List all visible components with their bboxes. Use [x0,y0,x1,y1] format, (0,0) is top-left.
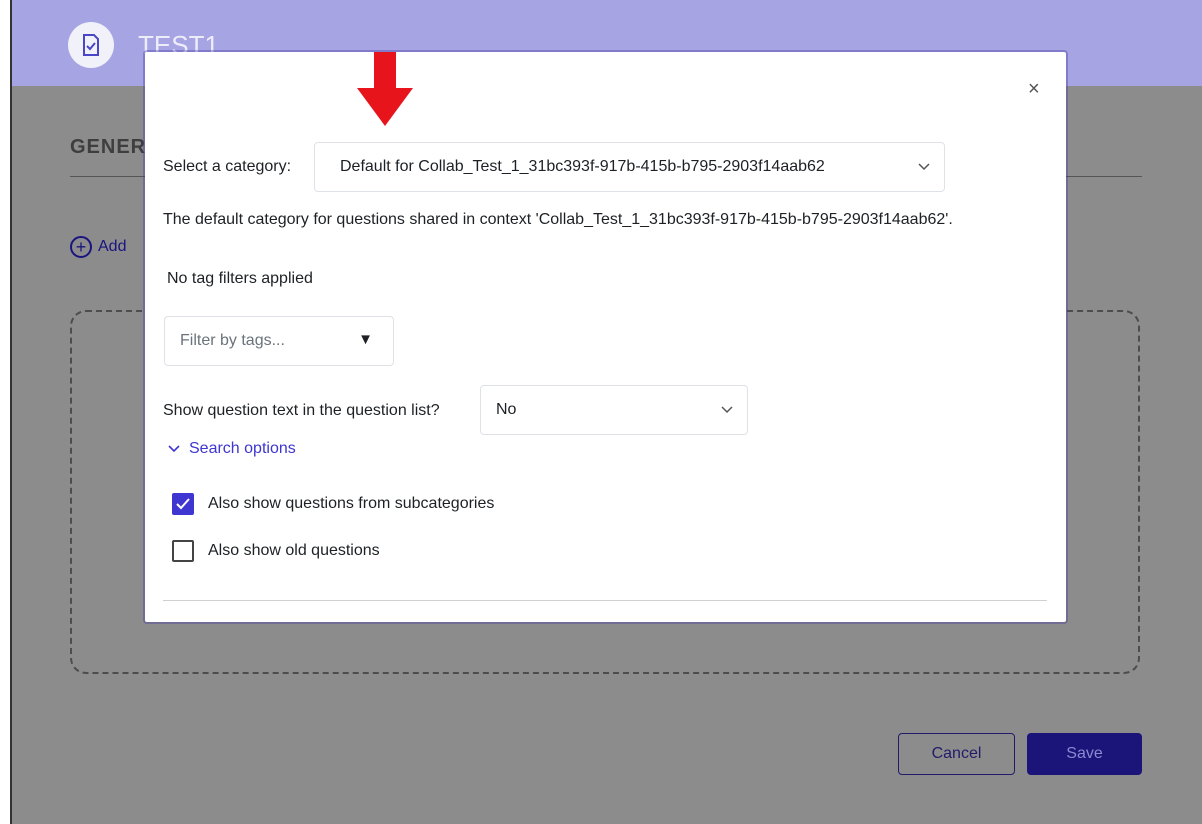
chevron-down-icon [721,406,733,414]
old-questions-label: Also show old questions [208,542,380,559]
annotation-arrow-icon [357,52,413,126]
cancel-button[interactable]: Cancel [898,733,1015,775]
search-options-toggle[interactable]: Search options [167,440,296,458]
tag-filter-status: No tag filters applied [167,270,313,287]
question-text-selected-value: No [496,401,517,418]
close-icon[interactable]: × [1028,78,1040,101]
category-label: Select a category: [163,158,292,175]
tag-filter-placeholder: Filter by tags... [180,332,285,349]
checkmark-icon [176,498,190,510]
add-circle-icon: + [70,236,92,258]
chevron-down-icon [918,163,930,171]
add-label: Add [98,238,127,255]
subcategories-option[interactable]: Also show questions from subcategories [172,493,494,515]
add-link[interactable]: + Add [70,236,126,258]
question-text-select[interactable]: No [480,385,748,435]
old-questions-checkbox[interactable] [172,540,194,562]
triangle-down-icon: ▼ [358,331,373,348]
category-description: The default category for questions share… [163,211,953,228]
subcategories-label: Also show questions from subcategories [208,495,495,512]
subcategories-checkbox[interactable] [172,493,194,515]
old-questions-option[interactable]: Also show old questions [172,540,380,562]
search-options-label: Search options [189,440,296,457]
save-button[interactable]: Save [1027,733,1142,775]
category-selected-value: Default for Collab_Test_1_31bc393f-917b-… [340,158,825,175]
chevron-down-icon [168,445,180,453]
tag-filter-input[interactable]: Filter by tags... ▼ [164,316,394,366]
quiz-icon [68,22,114,68]
question-bank-modal: × Select a category: Default for Collab_… [145,52,1066,622]
category-select[interactable]: Default for Collab_Test_1_31bc393f-917b-… [314,142,945,192]
modal-footer-divider [163,600,1047,601]
question-text-label: Show question text in the question list? [163,402,440,419]
